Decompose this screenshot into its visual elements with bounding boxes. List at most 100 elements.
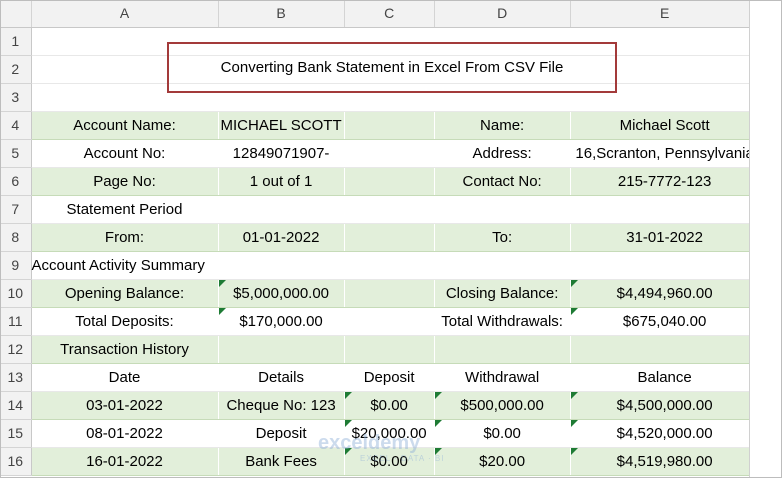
cell[interactable]: [434, 335, 571, 364]
row-header[interactable]: 12: [0, 335, 32, 364]
contact-no-value[interactable]: 215-7772-123: [570, 167, 760, 196]
cell[interactable]: [344, 307, 435, 336]
account-no-value[interactable]: 12849071907-: [218, 139, 345, 168]
cell[interactable]: [344, 223, 435, 252]
row-header[interactable]: 11: [0, 307, 32, 336]
row-header[interactable]: 3: [0, 83, 32, 112]
txn-date[interactable]: 16-01-2022: [31, 447, 219, 476]
total-deposits-label[interactable]: Total Deposits:: [31, 307, 219, 336]
cell[interactable]: [344, 335, 435, 364]
cell[interactable]: [344, 139, 435, 168]
account-activity-heading[interactable]: Account Activity Summary: [31, 251, 219, 280]
opening-balance-label[interactable]: Opening Balance:: [31, 279, 219, 308]
cell[interactable]: [570, 195, 760, 224]
cell[interactable]: [434, 251, 571, 280]
page-no-value[interactable]: 1 out of 1: [218, 167, 345, 196]
table-header-balance[interactable]: Balance: [570, 363, 760, 392]
cell[interactable]: [570, 83, 760, 112]
closing-balance-value[interactable]: $4,494,960.00: [570, 279, 760, 308]
column-header-b[interactable]: B: [218, 0, 345, 28]
row-header[interactable]: 7: [0, 195, 32, 224]
right-blank-area: [750, 0, 782, 478]
table-header-withdrawal[interactable]: Withdrawal: [434, 363, 571, 392]
opening-balance-value[interactable]: $5,000,000.00: [218, 279, 345, 308]
sheet-row: 5 Account No: 12849071907- Address: 16,S…: [0, 139, 760, 168]
txn-balance[interactable]: $4,519,980.00: [570, 447, 760, 476]
cell[interactable]: [344, 251, 435, 280]
closing-balance-label[interactable]: Closing Balance:: [434, 279, 571, 308]
txn-balance[interactable]: $4,500,000.00: [570, 391, 760, 420]
total-withdrawals-value[interactable]: $675,040.00: [570, 307, 760, 336]
table-header-details[interactable]: Details: [218, 363, 345, 392]
cell[interactable]: [344, 195, 435, 224]
statement-period-heading[interactable]: Statement Period: [31, 195, 219, 224]
column-header-c[interactable]: C: [344, 0, 435, 28]
sheet-row: 4 Account Name: MICHAEL SCOTT Name: Mich…: [0, 111, 760, 140]
cell[interactable]: [218, 83, 345, 112]
total-deposits-value[interactable]: $170,000.00: [218, 307, 345, 336]
cell[interactable]: [344, 167, 435, 196]
row-header[interactable]: 4: [0, 111, 32, 140]
row-header[interactable]: 1: [0, 27, 32, 56]
row-header[interactable]: 10: [0, 279, 32, 308]
row-header[interactable]: 9: [0, 251, 32, 280]
txn-date[interactable]: 03-01-2022: [31, 391, 219, 420]
transaction-history-heading[interactable]: Transaction History: [31, 335, 219, 364]
column-header-d[interactable]: D: [434, 0, 571, 28]
to-value[interactable]: 31-01-2022: [570, 223, 760, 252]
row-header[interactable]: 2: [0, 55, 32, 84]
column-header-e[interactable]: E: [570, 0, 760, 28]
from-label[interactable]: From:: [31, 223, 219, 252]
cell[interactable]: [434, 195, 571, 224]
account-name-label[interactable]: Account Name:: [31, 111, 219, 140]
name-value[interactable]: Michael Scott: [570, 111, 760, 140]
total-withdrawals-label[interactable]: Total Withdrawals:: [434, 307, 571, 336]
page-no-label[interactable]: Page No:: [31, 167, 219, 196]
row-header[interactable]: 5: [0, 139, 32, 168]
row-header[interactable]: 15: [0, 419, 32, 448]
sheet-row: 6 Page No: 1 out of 1 Contact No: 215-77…: [0, 167, 760, 196]
row-header[interactable]: 13: [0, 363, 32, 392]
row-header[interactable]: 6: [0, 167, 32, 196]
row-header[interactable]: 14: [0, 391, 32, 420]
cell[interactable]: [434, 27, 571, 56]
column-header-a[interactable]: A: [31, 0, 219, 28]
address-label[interactable]: Address:: [434, 139, 571, 168]
from-value[interactable]: 01-01-2022: [218, 223, 345, 252]
txn-balance[interactable]: $4,520,000.00: [570, 419, 760, 448]
row-header[interactable]: 16: [0, 447, 32, 476]
row-header[interactable]: 8: [0, 223, 32, 252]
txn-date[interactable]: 08-01-2022: [31, 419, 219, 448]
cell[interactable]: [344, 111, 435, 140]
cell[interactable]: [31, 83, 219, 112]
cell[interactable]: [218, 27, 345, 56]
txn-details[interactable]: Cheque No: 123: [218, 391, 345, 420]
sheet-title[interactable]: Converting Bank Statement in Excel From …: [180, 59, 604, 76]
account-no-label[interactable]: Account No:: [31, 139, 219, 168]
to-label[interactable]: To:: [434, 223, 571, 252]
select-all-corner[interactable]: [0, 0, 32, 28]
cell[interactable]: [344, 279, 435, 308]
cell[interactable]: [434, 83, 571, 112]
sheet-row: 11 Total Deposits: $170,000.00 Total Wit…: [0, 307, 760, 336]
cell[interactable]: [570, 251, 760, 280]
sheet-row: 3: [0, 83, 760, 112]
txn-withdrawal[interactable]: $500,000.00: [434, 391, 571, 420]
cell[interactable]: [218, 335, 345, 364]
txn-deposit[interactable]: $0.00: [344, 391, 435, 420]
cell[interactable]: [344, 27, 435, 56]
table-header-deposit[interactable]: Deposit: [344, 363, 435, 392]
cell[interactable]: [570, 335, 760, 364]
cell[interactable]: [570, 27, 760, 56]
name-label[interactable]: Name:: [434, 111, 571, 140]
contact-no-label[interactable]: Contact No:: [434, 167, 571, 196]
table-header-date[interactable]: Date: [31, 363, 219, 392]
watermark-brand: exceldemy: [318, 432, 421, 454]
account-name-value[interactable]: MICHAEL SCOTT: [218, 111, 345, 140]
cell[interactable]: [218, 251, 345, 280]
cell[interactable]: [344, 83, 435, 112]
watermark-tagline: EXCEL · DATA · BI: [360, 454, 445, 463]
cell[interactable]: [218, 195, 345, 224]
address-value[interactable]: 16,Scranton, Pennsylvania: [570, 139, 760, 168]
cell[interactable]: [31, 27, 219, 56]
